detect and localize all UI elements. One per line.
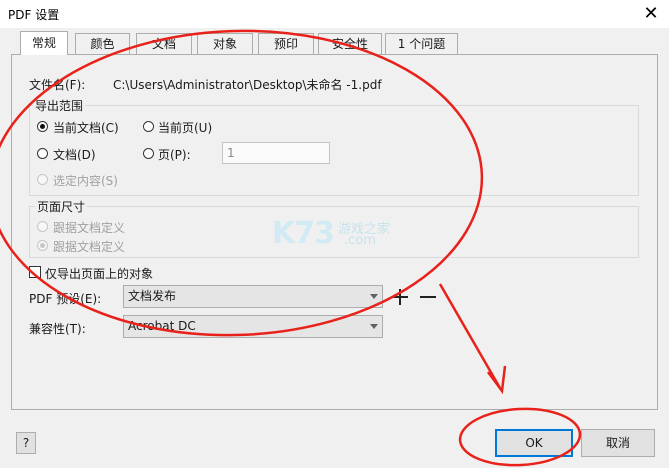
red-annotation-overlay (0, 29, 582, 467)
annotation-ellipse-settings (0, 29, 484, 337)
general-content: 文件名(F): C:\Users\Administrator\Desktop\未… (0, 0, 669, 468)
annotation-arrow-line (438, 283, 502, 389)
annotation-ellipse-ok (458, 407, 582, 467)
